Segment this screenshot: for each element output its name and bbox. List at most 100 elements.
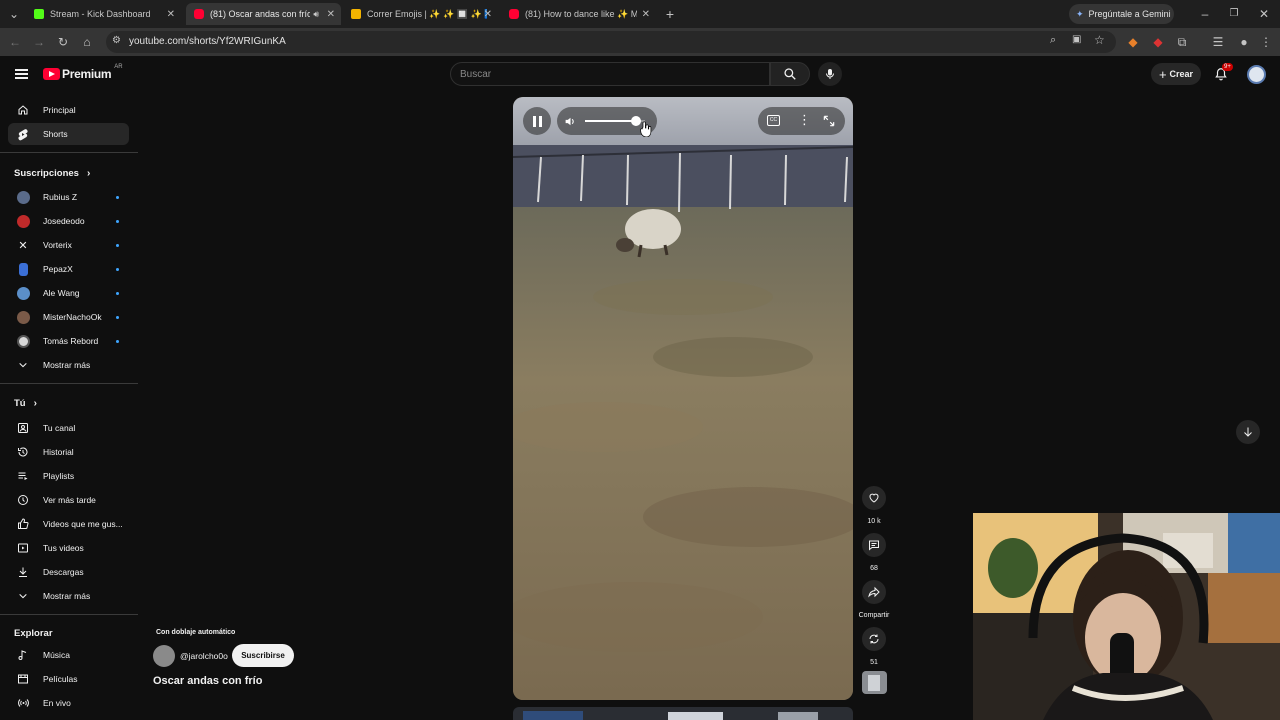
home-browser-icon[interactable]: ⌂ [79, 34, 95, 50]
close-icon[interactable]: ✕ [167, 9, 175, 20]
shorts-video-player[interactable]: CC ⋮ [513, 97, 853, 700]
browser-menu-icon[interactable]: ⋮ [1258, 34, 1274, 50]
install-icon[interactable]: ▣ [1072, 34, 1081, 45]
sidebar-item-peliculas[interactable]: Películas [8, 668, 129, 690]
youtube-logo[interactable]: Premium AR [43, 64, 123, 81]
profile-icon[interactable]: ● [1236, 34, 1252, 50]
fullscreen-icon[interactable] [822, 114, 836, 128]
sidebar-item-label: Ale Wang [43, 288, 80, 298]
sidebar-item-ale-wang[interactable]: Ale Wang [8, 282, 129, 304]
speaker-icon[interactable]: 🔊︎ [313, 9, 319, 20]
you-heading[interactable]: Tú › [14, 398, 37, 409]
search-input[interactable]: Buscar [460, 69, 491, 80]
sidebar-item-tus-videos[interactable]: Tus videos [8, 537, 129, 559]
sidebar-item-label: Películas [43, 674, 78, 684]
sidebar-item-playlists[interactable]: Playlists [8, 465, 129, 487]
sidebar-item-tu-canal[interactable]: Tu canal [8, 417, 129, 439]
bookmark-star-icon[interactable]: ☆ [1094, 33, 1105, 47]
sidebar-item-josedeodo[interactable]: Josedeodo [8, 210, 129, 232]
sidebar-item-pepazx[interactable]: PepazX [8, 258, 129, 280]
minimize-icon[interactable]: – [1197, 6, 1213, 22]
live-dot [116, 195, 119, 199]
share-button[interactable]: Compartir [858, 580, 890, 619]
back-icon[interactable]: ← [7, 34, 23, 50]
sidebar-show-more-subs[interactable]: Mostrar más [8, 354, 129, 376]
pause-button[interactable] [523, 107, 551, 135]
tab-how-to-dance[interactable]: (81) How to dance like ✨ Mich ✕ [501, 3, 656, 25]
zoom-icon[interactable]: ⌕ [1050, 34, 1056, 47]
channel-name[interactable]: @jarolcho0o [180, 651, 228, 661]
sidebar-item-label: Rubius Z [43, 192, 78, 202]
more-options-icon[interactable]: ⋮ [798, 112, 811, 128]
reading-list-icon[interactable]: ☰ [1210, 34, 1226, 50]
address-bar[interactable]: ⚙ youtube.com/shorts/Yf2WRIGunKA ⌕ ▣ ☆ [106, 31, 1116, 53]
extensions-puzzle-icon[interactable]: ⧉ [1174, 34, 1190, 50]
restore-icon[interactable]: ❐ [1226, 6, 1242, 22]
close-icon[interactable]: ✕ [327, 9, 335, 20]
sidebar-item-shorts[interactable]: Shorts [8, 123, 129, 145]
sidebar-item-label: Mostrar más [43, 591, 91, 601]
tab-correr-emojis[interactable]: Correr Emojis | ✨ ✨ 🔲 ✨ 🟦 ✨ ✕ [343, 3, 498, 25]
browser-tab-bar: ⌄ Stream - Kick Dashboard ✕ (81) Oscar a… [0, 0, 1280, 28]
sidebar-item-historial[interactable]: Historial [8, 441, 129, 463]
new-tab-icon[interactable]: + [662, 6, 678, 22]
tab-search-icon[interactable]: ⌄ [6, 6, 22, 22]
share-label: Compartir [858, 612, 890, 619]
subscriptions-heading[interactable]: Suscripciones › [14, 168, 90, 179]
volume-track[interactable] [585, 116, 645, 126]
remix-button[interactable]: 51 [858, 627, 890, 666]
sidebar: Principal Shorts Suscripciones › Rubius … [0, 96, 140, 720]
subscribe-button[interactable]: Suscribirse [232, 644, 294, 667]
webcam-frame [973, 513, 1280, 720]
comments-button[interactable]: 68 [858, 533, 890, 572]
browser-toolbar: ← → ↻ ⌂ ⚙ youtube.com/shorts/Yf2WRIGunKA… [0, 28, 1280, 56]
sidebar-item-misternachook[interactable]: MisterNachoOk [8, 306, 129, 328]
tab-kick-dashboard[interactable]: Stream - Kick Dashboard ✕ [26, 3, 181, 25]
search-button[interactable] [770, 62, 810, 86]
gemini-button[interactable]: ✦ Pregúntale a Gemini [1069, 4, 1174, 24]
heart-icon [869, 493, 879, 503]
sound-thumbnail[interactable] [862, 671, 887, 694]
tab-youtube-short[interactable]: (81) Oscar andas con frío - 🔊︎ ✕ [186, 3, 341, 25]
video-title[interactable]: Oscar andas con frío [153, 675, 262, 687]
next-short-button[interactable] [1236, 420, 1260, 444]
notifications-button[interactable]: 9+ [1214, 63, 1233, 83]
close-icon[interactable]: ✕ [484, 9, 492, 20]
history-icon [16, 445, 30, 459]
sidebar-item-vorterix[interactable]: ✕ Vorterix [8, 234, 129, 256]
sidebar-item-musica[interactable]: Música [8, 644, 129, 666]
preview-shape [668, 712, 723, 720]
volume-icon[interactable] [564, 115, 577, 128]
playlists-icon [16, 469, 30, 483]
captions-icon[interactable]: CC [767, 115, 780, 126]
extension-icon[interactable]: ◆ [1150, 34, 1166, 50]
sidebar-item-principal[interactable]: Principal [8, 99, 129, 121]
sidebar-item-ver-mas-tarde[interactable]: Ver más tarde [8, 489, 129, 511]
sidebar-item-descargas[interactable]: Descargas [8, 561, 129, 583]
like-button[interactable]: 10 k [858, 486, 890, 525]
hamburger-menu-icon[interactable] [15, 69, 28, 79]
search-box[interactable]: Buscar [450, 62, 770, 86]
extension-icon[interactable]: ◆ [1125, 34, 1141, 50]
reload-icon[interactable]: ↻ [55, 34, 71, 50]
sidebar-item-en-vivo[interactable]: En vivo [8, 692, 129, 714]
sidebar-show-more-you[interactable]: Mostrar más [8, 585, 129, 607]
sidebar-item-tomas-rebord[interactable]: Tomás Rebord [8, 330, 129, 352]
tab-title: (81) Oscar andas con frío - [210, 9, 310, 19]
create-button[interactable]: + Crear [1151, 63, 1201, 85]
site-info-icon[interactable]: ⚙ [112, 35, 121, 46]
auto-dub-label: Con doblaje automático [156, 629, 236, 636]
sidebar-item-label: Playlists [43, 471, 75, 481]
sidebar-item-liked-videos[interactable]: Videos que me gus... [8, 513, 129, 535]
forward-icon[interactable]: → [31, 34, 47, 50]
account-avatar[interactable] [1247, 65, 1266, 84]
next-short-preview[interactable] [513, 707, 853, 720]
divider [0, 152, 138, 153]
gemini-label: Pregúntale a Gemini [1088, 9, 1171, 19]
voice-search-button[interactable] [818, 62, 842, 86]
sidebar-item-rubius-z[interactable]: Rubius Z [8, 186, 129, 208]
close-icon[interactable]: ✕ [642, 9, 650, 20]
window-close-icon[interactable]: ✕ [1256, 6, 1272, 22]
channel-avatar[interactable] [153, 645, 175, 667]
sidebar-item-label: MisterNachoOk [43, 312, 102, 322]
